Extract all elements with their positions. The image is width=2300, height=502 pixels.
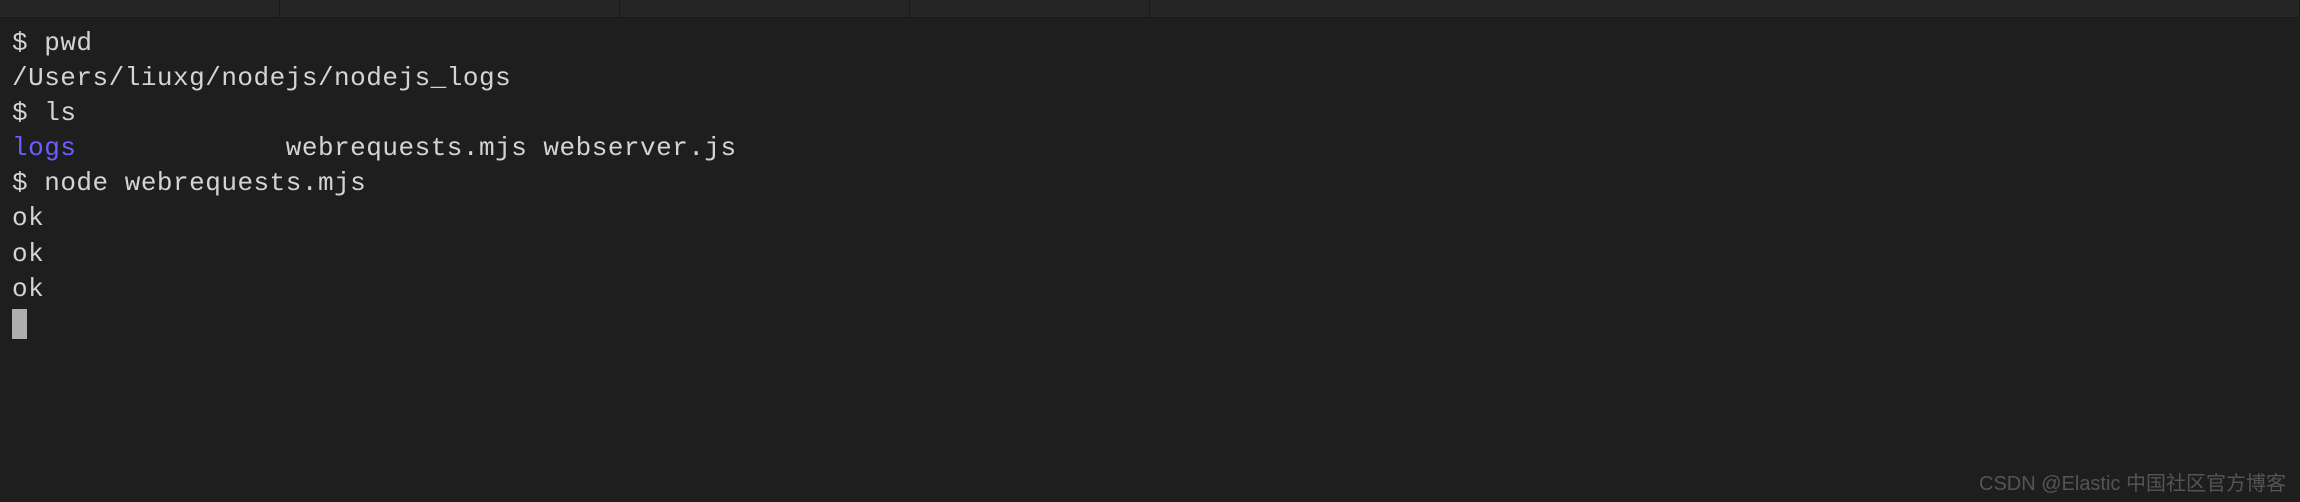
prompt: $ <box>12 28 44 58</box>
tab-segment <box>280 0 620 17</box>
terminal-line: ok <box>12 237 2288 272</box>
output-text: ok <box>12 274 44 304</box>
prompt: $ <box>12 168 44 198</box>
ls-files: webrequests.mjs webserver.js <box>286 133 737 163</box>
terminal-line: ok <box>12 201 2288 236</box>
ls-directory: logs <box>12 133 76 163</box>
terminal-line: logs webrequests.mjs webserver.js <box>12 131 2288 166</box>
tab-segment <box>910 0 1150 17</box>
tab-segment <box>620 0 910 17</box>
terminal-panel[interactable]: $ pwd /Users/liuxg/nodejs/nodejs_logs $ … <box>0 18 2300 350</box>
terminal-line: ok <box>12 272 2288 307</box>
output-text: /Users/liuxg/nodejs/nodejs_logs <box>12 63 511 93</box>
tab-segment <box>1150 0 2300 17</box>
command-text: node webrequests.mjs <box>44 168 366 198</box>
terminal-line: $ ls <box>12 96 2288 131</box>
prompt: $ <box>12 98 44 128</box>
output-text: ok <box>12 203 44 233</box>
terminal-line: $ node webrequests.mjs <box>12 166 2288 201</box>
watermark-text: CSDN @Elastic 中国社区官方博客 <box>1979 467 2286 496</box>
ls-spacer <box>76 133 285 163</box>
output-text: ok <box>12 239 44 269</box>
terminal-line: /Users/liuxg/nodejs/nodejs_logs <box>12 61 2288 96</box>
command-text: ls <box>44 98 76 128</box>
tab-segment <box>0 0 280 17</box>
tab-bar <box>0 0 2300 18</box>
terminal-line <box>12 307 2288 342</box>
command-text: pwd <box>44 28 92 58</box>
cursor <box>12 309 27 339</box>
terminal-line: $ pwd <box>12 26 2288 61</box>
